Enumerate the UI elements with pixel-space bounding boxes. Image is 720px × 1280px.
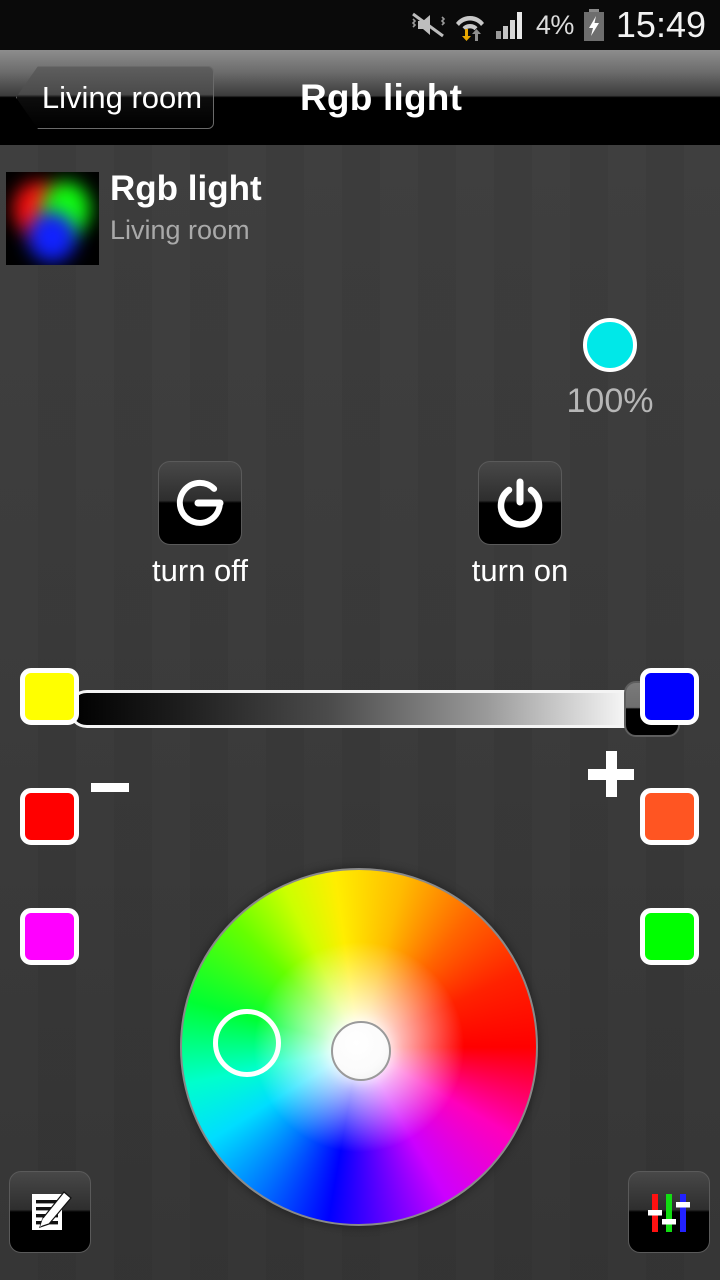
increase-brightness-button[interactable] bbox=[588, 751, 634, 797]
status-percent-label: 100% bbox=[566, 382, 654, 420]
color-swatch-green[interactable] bbox=[640, 908, 699, 965]
status-bar: 4% 15:49 bbox=[0, 0, 720, 50]
edit-scene-button[interactable] bbox=[9, 1171, 91, 1253]
blob-blue bbox=[28, 212, 76, 262]
turn-on-button-face bbox=[478, 461, 562, 545]
battery-charging-icon bbox=[583, 9, 604, 41]
back-button[interactable]: Living room bbox=[16, 66, 214, 129]
turn-off-label: turn off bbox=[152, 553, 248, 588]
color-wheel-selector[interactable] bbox=[213, 1009, 281, 1077]
main-content: Rgb light Living room 100% turn off turn… bbox=[0, 145, 720, 1280]
power-on-icon bbox=[497, 478, 543, 528]
turn-off-button-face bbox=[158, 461, 242, 545]
turn-on-button[interactable]: turn on bbox=[472, 461, 568, 588]
mute-vibrate-icon bbox=[411, 12, 445, 38]
device-room: Living room bbox=[110, 215, 250, 245]
wifi-transfer-icon bbox=[455, 16, 484, 41]
signal-bars-icon bbox=[495, 12, 522, 39]
back-button-label: Living room bbox=[41, 79, 203, 115]
turn-on-label: turn on bbox=[471, 553, 569, 588]
color-swatch-magenta[interactable] bbox=[20, 908, 79, 965]
turn-off-button[interactable]: turn off bbox=[152, 461, 248, 588]
rgb-sliders-button[interactable] bbox=[628, 1171, 710, 1253]
color-swatch-orange[interactable] bbox=[640, 788, 699, 845]
page-title: Rgb light bbox=[300, 76, 463, 118]
rgb-faders-icon bbox=[648, 1194, 690, 1232]
minus-icon bbox=[91, 782, 129, 792]
status-clock: 15:49 bbox=[615, 4, 706, 45]
power-off-icon bbox=[176, 479, 224, 526]
device-header: Rgb light Living room bbox=[0, 145, 720, 290]
color-swatch-red[interactable] bbox=[20, 788, 79, 845]
battery-percent-label: 4% bbox=[535, 9, 575, 40]
device-name: Rgb light bbox=[110, 169, 262, 208]
brightness-slider-track[interactable] bbox=[68, 690, 652, 728]
color-wheel-center-knob[interactable] bbox=[331, 1021, 391, 1081]
color-swatch-yellow[interactable] bbox=[20, 668, 79, 725]
color-swatch-blue[interactable] bbox=[640, 668, 699, 725]
status-color-indicator bbox=[583, 318, 637, 372]
document-pencil-icon bbox=[32, 1191, 72, 1230]
title-bar: Living room Rgb light bbox=[0, 50, 720, 145]
decrease-brightness-button[interactable] bbox=[88, 765, 132, 809]
app-root: 4% 15:49 Living room Rgb light Rgb light… bbox=[0, 0, 720, 1280]
plus-icon-vertical bbox=[606, 751, 617, 797]
rgb-blobs-icon bbox=[6, 172, 99, 265]
